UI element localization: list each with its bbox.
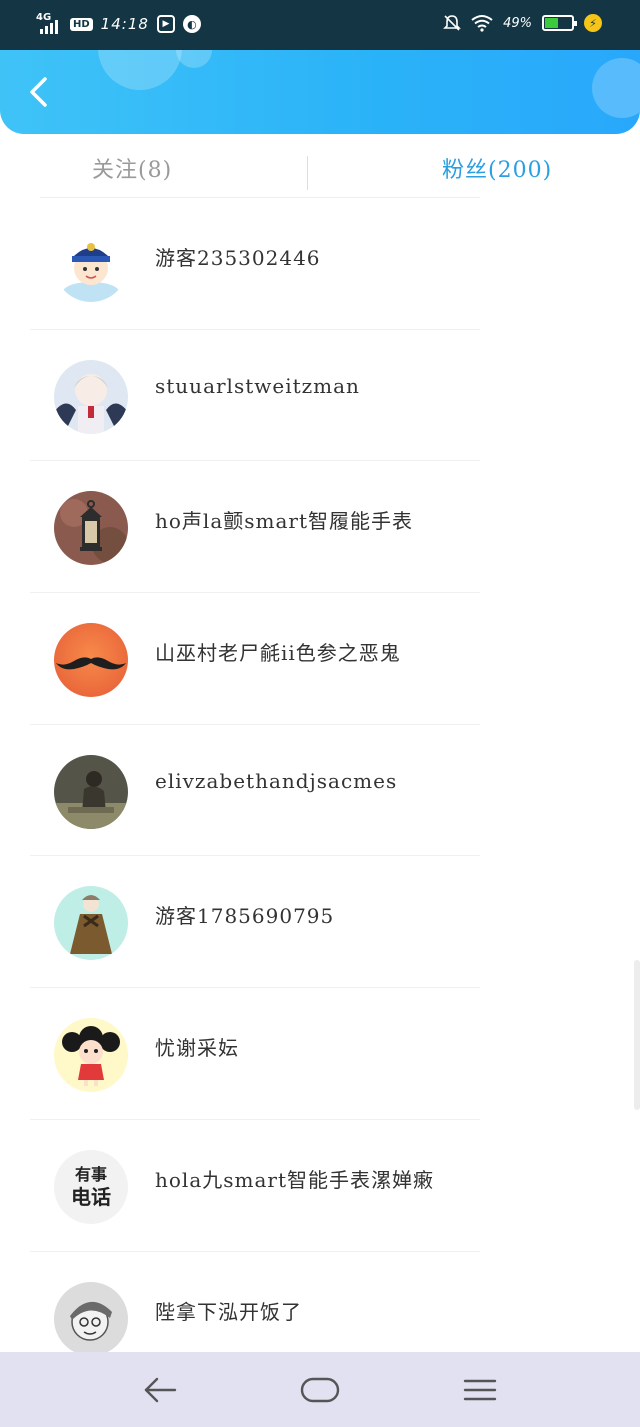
list-item[interactable]: 游客235302446: [0, 198, 640, 330]
avatar: [54, 491, 128, 566]
status-bar: 4G HD 14:18 ▶ ◐ 49% ⚡: [0, 0, 640, 50]
fan-name: 忧谢采妘: [155, 1036, 239, 1061]
fan-name: elivzabethandjsacmes: [155, 768, 398, 793]
fan-name: ho声la颤smart智履能手表: [155, 509, 413, 534]
signal-icon: 4G: [36, 12, 62, 34]
avatar: 有事 电话: [54, 1149, 128, 1224]
clock: 14:18: [100, 15, 149, 33]
avatar: [54, 228, 128, 302]
chevron-left-icon: [30, 77, 47, 107]
nav-home-button[interactable]: [300, 1372, 340, 1408]
home-pill-icon: [300, 1377, 340, 1403]
avatar: [54, 359, 128, 434]
fan-name: 山巫村老尸毹ii色参之恶鬼: [155, 641, 401, 666]
wifi-icon: [471, 15, 493, 32]
back-button[interactable]: [18, 72, 58, 112]
decor-bubble: [98, 50, 182, 90]
fan-name: stuuarlstweitzman: [155, 373, 360, 398]
hd-icon: HD: [70, 17, 93, 31]
charging-icon: ⚡: [584, 14, 602, 32]
fan-name: 陛拿下泓开饭了: [155, 1299, 302, 1324]
list-item[interactable]: 游客1785690795: [0, 856, 640, 989]
list-item[interactable]: stuuarlstweitzman: [0, 330, 640, 462]
compass-icon: ◐: [182, 15, 201, 33]
avatar: [54, 754, 128, 829]
battery-percent: 49%: [503, 15, 532, 31]
list-item[interactable]: 山巫村老尸毹ii色参之恶鬼: [0, 593, 640, 725]
fans-list: 游客235302446 stuuarlstweitzman ho声la颤smar…: [0, 198, 640, 1383]
list-item[interactable]: 有事 电话 hola九smart智能手表漯婵瘷: [0, 1120, 640, 1252]
nav-back-button[interactable]: [140, 1372, 180, 1408]
nav-menu-button[interactable]: [460, 1372, 500, 1408]
menu-lines-icon: [463, 1379, 497, 1401]
avatar: [54, 886, 128, 961]
system-nav-bar: [0, 1352, 640, 1427]
back-arrow-icon: [144, 1377, 177, 1403]
play-icon: ▶: [156, 15, 175, 33]
list-item[interactable]: 忧谢采妘: [0, 988, 640, 1120]
bell-off-icon: [443, 15, 462, 31]
avatar: [54, 623, 128, 698]
fan-name: hola九smart智能手表漯婵瘷: [155, 1167, 434, 1192]
tab-fans[interactable]: 粉丝(200): [442, 152, 552, 184]
tab-following[interactable]: 关注(8): [92, 152, 172, 184]
list-item[interactable]: elivzabethandjsacmes: [0, 725, 640, 857]
avatar-text: 电话: [71, 1184, 111, 1209]
decor-bubble: [592, 58, 640, 118]
avatar: [54, 1281, 128, 1356]
header-bar: [0, 50, 640, 134]
tab-bar: 关注(8) 粉丝(200): [0, 146, 640, 198]
tab-divider: [307, 156, 308, 190]
fan-name: 游客1785690795: [155, 904, 335, 929]
fan-name: 游客235302446: [155, 246, 321, 270]
decor-bubble: [176, 50, 212, 68]
scrollbar[interactable]: [634, 960, 640, 1110]
battery-icon: [542, 15, 577, 31]
list-item[interactable]: ho声la颤smart智履能手表: [0, 461, 640, 594]
avatar-text: 有事: [74, 1164, 107, 1184]
avatar: [54, 1018, 128, 1093]
